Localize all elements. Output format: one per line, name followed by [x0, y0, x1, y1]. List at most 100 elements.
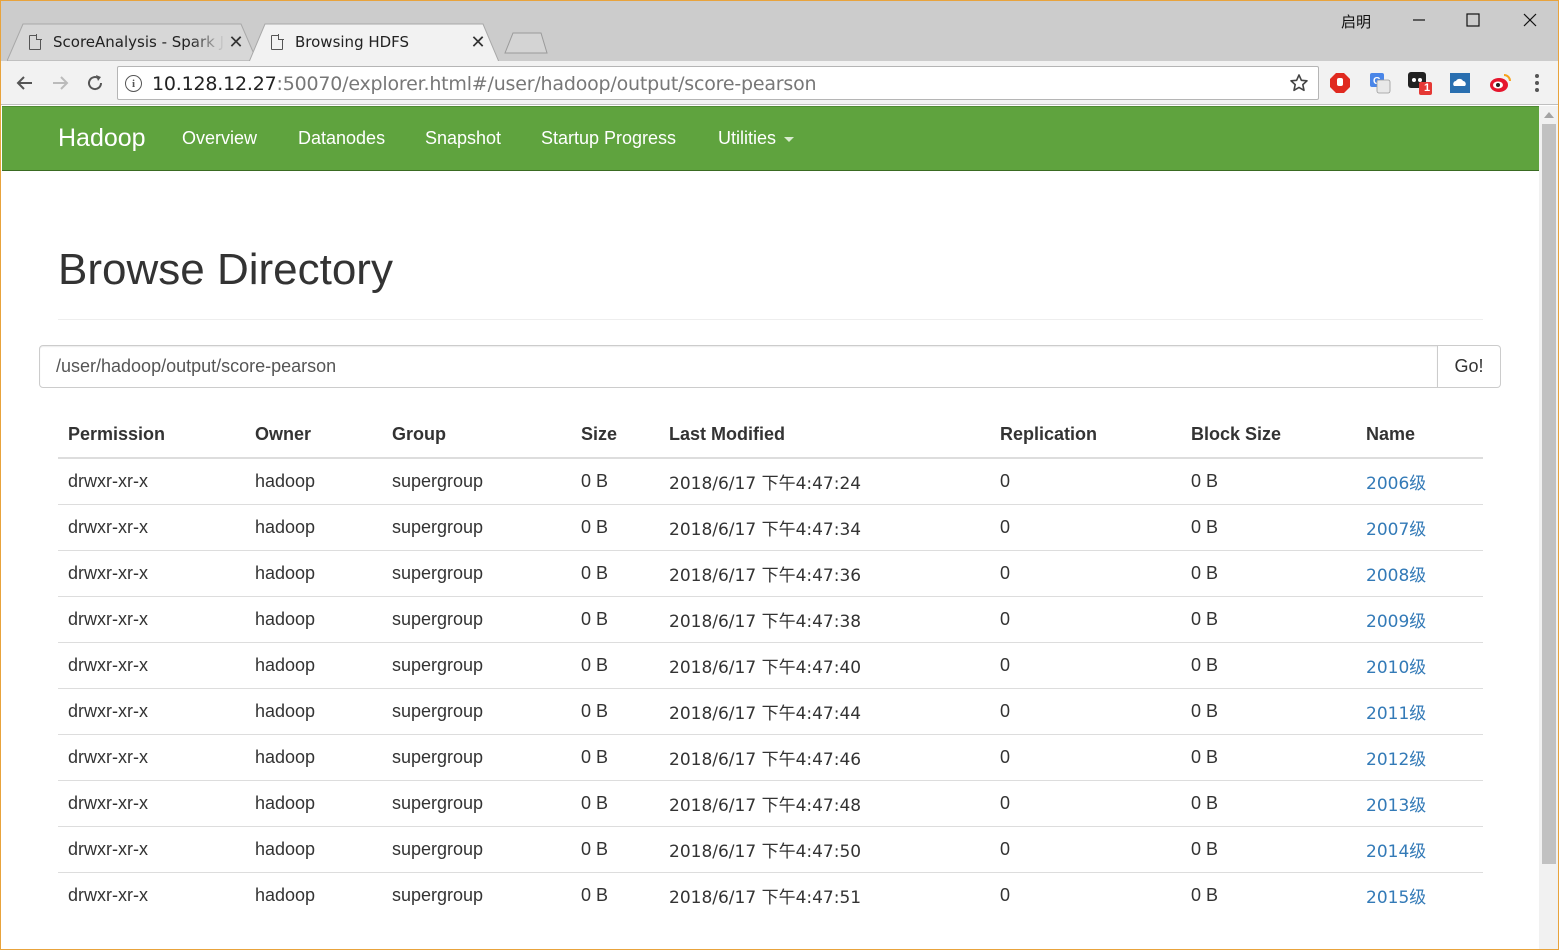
cell-permission: drwxr-xr-x [68, 470, 148, 491]
directory-link[interactable]: 2006级 [1366, 474, 1426, 494]
url-path: :50070/explorer.html#/user/hadoop/output… [276, 73, 817, 95]
cell-group: supergroup [382, 549, 571, 596]
cell-permission: drwxr-xr-x [58, 779, 245, 826]
table-row: drwxr-xr-x hadoop supergroup 0 B 2018/6/… [58, 549, 1483, 596]
page-icon [271, 34, 284, 50]
browser-toolbar: i 10.128.12.27:50070/explorer.html#/user… [1, 61, 1558, 105]
cell-group: supergroup [382, 641, 571, 688]
window-close-icon[interactable] [1507, 5, 1553, 35]
path-input-group: /user/hadoop/output/score-pearson Go! [39, 345, 1501, 388]
cell-name: 2008级 [1356, 549, 1483, 596]
header-block-size[interactable]: Block Size [1181, 412, 1356, 459]
cell-owner: hadoop [245, 503, 382, 550]
cell-replication: 0 [990, 871, 1181, 918]
table-row: drwxr-xr-x hadoop supergroup 0 B 2018/6/… [58, 595, 1483, 642]
new-tab-button[interactable] [501, 31, 549, 55]
header-replication[interactable]: Replication [990, 412, 1181, 459]
cell-last-modified: 2018/6/17 下午4:47:51 [659, 871, 990, 918]
cell-replication: 0 [990, 779, 1181, 826]
cell-replication: 0 [990, 503, 1181, 550]
menu-dots-icon[interactable] [1524, 70, 1550, 96]
tab-title: Browsing HDFS [295, 33, 410, 51]
tab-browsing-hdfs[interactable]: Browsing HDFS ✕ [249, 23, 499, 61]
cell-replication: 0 [990, 595, 1181, 642]
cell-permission: drwxr-xr-x [58, 549, 245, 596]
tab-score-analysis[interactable]: ScoreAnalysis - Spark Jobs ✕ [7, 23, 257, 61]
close-icon[interactable]: ✕ [225, 31, 247, 53]
directory-link[interactable]: 2012级 [1366, 750, 1426, 770]
vertical-scrollbar[interactable] [1539, 106, 1558, 949]
directory-link[interactable]: 2013级 [1366, 796, 1426, 816]
cell-owner: hadoop [255, 470, 316, 491]
nav-startup-progress[interactable]: Startup Progress [541, 128, 676, 149]
go-button[interactable]: Go! [1438, 345, 1501, 388]
directory-link[interactable]: 2009级 [1366, 612, 1426, 632]
scrollbar-thumb[interactable] [1542, 124, 1556, 864]
cell-permission: drwxr-xr-x [58, 871, 245, 918]
minimize-icon[interactable] [1396, 5, 1442, 35]
cell-block-size: 0 B [1181, 549, 1356, 596]
header-group[interactable]: Group [382, 412, 571, 459]
cell-block-size: 0 B [1181, 503, 1356, 550]
cell-owner: hadoop [245, 687, 382, 734]
directory-link[interactable]: 2007级 [1366, 520, 1426, 540]
adblock-extension-icon[interactable] [1327, 70, 1353, 96]
cell-replication: 0 [990, 549, 1181, 596]
cell-size: 0 B [571, 687, 659, 734]
info-icon[interactable]: i [125, 75, 142, 92]
cell-owner: hadoop [245, 733, 382, 780]
weibo-extension-icon[interactable] [1487, 70, 1513, 96]
directory-link[interactable]: 2010级 [1366, 658, 1426, 678]
cell-group: supergroup [382, 825, 571, 872]
cloud-extension-icon[interactable] [1447, 70, 1473, 96]
cell-owner: hadoop [245, 825, 382, 872]
nav-snapshot[interactable]: Snapshot [425, 128, 501, 149]
translate-extension-icon[interactable]: G [1367, 70, 1393, 96]
directory-link[interactable]: 2014级 [1366, 842, 1426, 862]
extension-badge-icon[interactable]: 1 [1407, 70, 1433, 96]
cell-size: 0 B [571, 733, 659, 780]
scroll-up-arrow-icon[interactable] [1544, 112, 1554, 118]
table-row: drwxr-xr-x hadoop supergroup 0 B 2018/6/… [58, 687, 1483, 734]
window-user-label: 启明 [1341, 13, 1372, 31]
cell-replication: 0 [990, 733, 1181, 780]
nav-datanodes[interactable]: Datanodes [298, 128, 385, 149]
title-bar: ScoreAnalysis - Spark Jobs ✕ Browsing HD… [1, 1, 1558, 61]
cell-size: 0 B [571, 825, 659, 872]
cell-name: 2015级 [1356, 871, 1483, 918]
cell-size: 0 B [571, 871, 659, 918]
navbar-brand[interactable]: Hadoop [58, 124, 146, 153]
cell-last-modified: 2018/6/17 下午4:47:44 [659, 687, 990, 734]
header-last-modified[interactable]: Last Modified [659, 412, 990, 459]
cell-group: supergroup [382, 733, 571, 780]
header-permission[interactable]: Permission [58, 412, 245, 459]
cell-permission: drwxr-xr-x [58, 503, 245, 550]
header-size[interactable]: Size [571, 412, 659, 459]
cell-group: supergroup [382, 595, 571, 642]
nav-overview[interactable]: Overview [182, 128, 257, 149]
nav-utilities[interactable]: Utilities [718, 128, 795, 149]
cell-owner: hadoop [245, 595, 382, 642]
directory-link[interactable]: 2008级 [1366, 566, 1426, 586]
directory-link[interactable]: 2015级 [1366, 888, 1426, 908]
directory-link[interactable]: 2011级 [1366, 704, 1426, 724]
cell-group: supergroup [382, 503, 571, 550]
cell-last-modified: 2018/6/17 下午4:47:48 [659, 779, 990, 826]
back-arrow-icon[interactable] [11, 69, 39, 97]
forward-arrow-icon[interactable] [46, 69, 74, 97]
cell-name: 2006级 [1356, 458, 1483, 504]
cell-size: 0 B [581, 470, 609, 491]
header-owner[interactable]: Owner [245, 412, 382, 459]
reload-icon[interactable] [81, 69, 109, 97]
header-name[interactable]: Name [1356, 412, 1483, 459]
close-icon[interactable]: ✕ [467, 31, 489, 53]
address-bar[interactable]: i 10.128.12.27:50070/explorer.html#/user… [117, 66, 1319, 100]
bookmark-star-icon[interactable] [1287, 71, 1311, 95]
table-row: drwxr-xr-x hadoop supergroup 0 B 2018/6/… [58, 825, 1483, 872]
cell-last-modified: 2018/6/17 下午4:47:40 [659, 641, 990, 688]
maximize-icon[interactable] [1450, 5, 1496, 35]
table-row: drwxr-xr-x hadoop supergroup 0 B 2018/6/… [58, 641, 1483, 688]
cell-last-modified: 2018/6/17 下午4:47:36 [659, 549, 990, 596]
directory-path-input[interactable]: /user/hadoop/output/score-pearson [39, 345, 1438, 388]
cell-name: 2013级 [1356, 779, 1483, 826]
